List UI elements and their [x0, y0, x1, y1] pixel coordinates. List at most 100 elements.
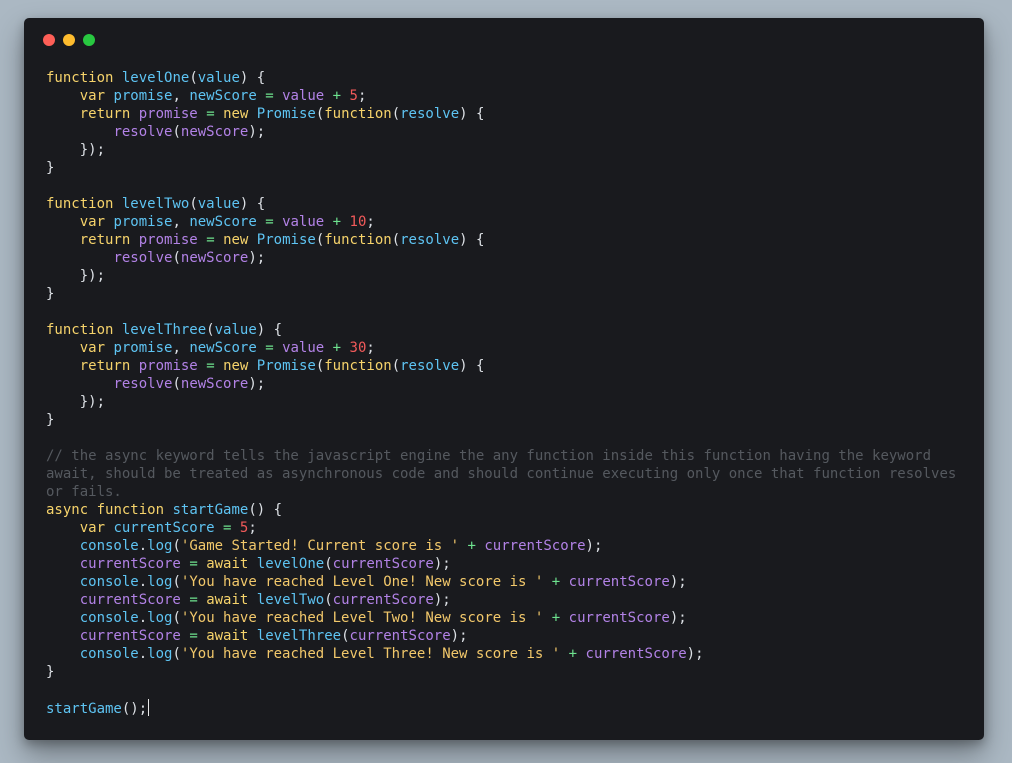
code-token: ( [315, 106, 325, 122]
code-token: ( [315, 358, 325, 374]
code-window: function levelOne(value) { var promise, … [24, 18, 984, 740]
code-token: } [46, 160, 55, 176]
code-token: = [265, 214, 274, 230]
code-token: ( [172, 646, 181, 662]
code-line: } [46, 411, 964, 429]
code-token: Promise [256, 106, 316, 122]
code-token: // the async keyword tells the javascrip… [46, 448, 965, 500]
code-token: return [79, 106, 131, 122]
code-token: function [324, 232, 392, 248]
code-token: levelOne [256, 556, 325, 572]
code-token: = [206, 358, 215, 374]
code-token: var [79, 340, 106, 356]
code-token: console [79, 610, 139, 626]
code-line: // the async keyword tells the javascrip… [46, 447, 964, 501]
code-token: ); [248, 124, 266, 140]
code-token: ); [669, 610, 687, 626]
code-token: ) { [459, 106, 485, 122]
code-line: currentScore = await levelTwo(currentSco… [46, 591, 964, 609]
code-token: currentScore [332, 556, 434, 572]
code-token: ); [433, 592, 451, 608]
code-token: promise [113, 340, 173, 356]
code-token: ( [206, 322, 215, 338]
code-line: }); [46, 393, 964, 411]
code-token: newScore [180, 376, 249, 392]
code-token: promise [113, 88, 173, 104]
code-token: }); [79, 268, 106, 284]
code-token: resolve [400, 232, 460, 248]
code-token: var [79, 88, 106, 104]
code-token: levelOne [121, 70, 190, 86]
code-token: ) { [459, 232, 485, 248]
minimize-button[interactable] [63, 34, 75, 46]
code-token: log [147, 574, 173, 590]
code-token: = [265, 340, 274, 356]
code-token: console [79, 646, 139, 662]
code-line: }); [46, 141, 964, 159]
code-line: function levelOne(value) { [46, 69, 964, 87]
code-token: , [172, 214, 190, 230]
close-button[interactable] [43, 34, 55, 46]
code-token: newScore [189, 214, 257, 230]
code-token: value [197, 70, 240, 86]
code-token: value [282, 214, 325, 230]
code-token: = [189, 556, 198, 572]
code-token: promise [138, 106, 198, 122]
code-token: (); [121, 701, 148, 717]
code-editor[interactable]: function levelOne(value) { var promise, … [46, 69, 964, 717]
code-token: function [324, 106, 392, 122]
code-token: , [172, 340, 190, 356]
code-token: currentScore [585, 646, 687, 662]
code-line: } [46, 159, 964, 177]
code-token: function [324, 358, 392, 374]
code-token: , [172, 88, 190, 104]
code-token: newScore [189, 88, 257, 104]
code-token: . [138, 574, 148, 590]
code-line: console.log('You have reached Level Thre… [46, 645, 964, 663]
code-line: function levelThree(value) { [46, 321, 964, 339]
code-token: currentScore [484, 538, 586, 554]
code-token: currentScore [568, 574, 670, 590]
code-token: ); [669, 574, 687, 590]
code-token: ( [172, 574, 181, 590]
code-token: new [223, 358, 249, 374]
code-token: currentScore [79, 628, 181, 644]
code-token: resolve [113, 124, 173, 140]
code-line: } [46, 285, 964, 303]
code-token: } [46, 664, 55, 680]
code-line: var promise, newScore = value + 30; [46, 339, 964, 357]
code-token: ); [433, 556, 451, 572]
code-token: log [147, 538, 173, 554]
code-token: = [206, 232, 215, 248]
code-token: console [79, 574, 139, 590]
maximize-button[interactable] [83, 34, 95, 46]
